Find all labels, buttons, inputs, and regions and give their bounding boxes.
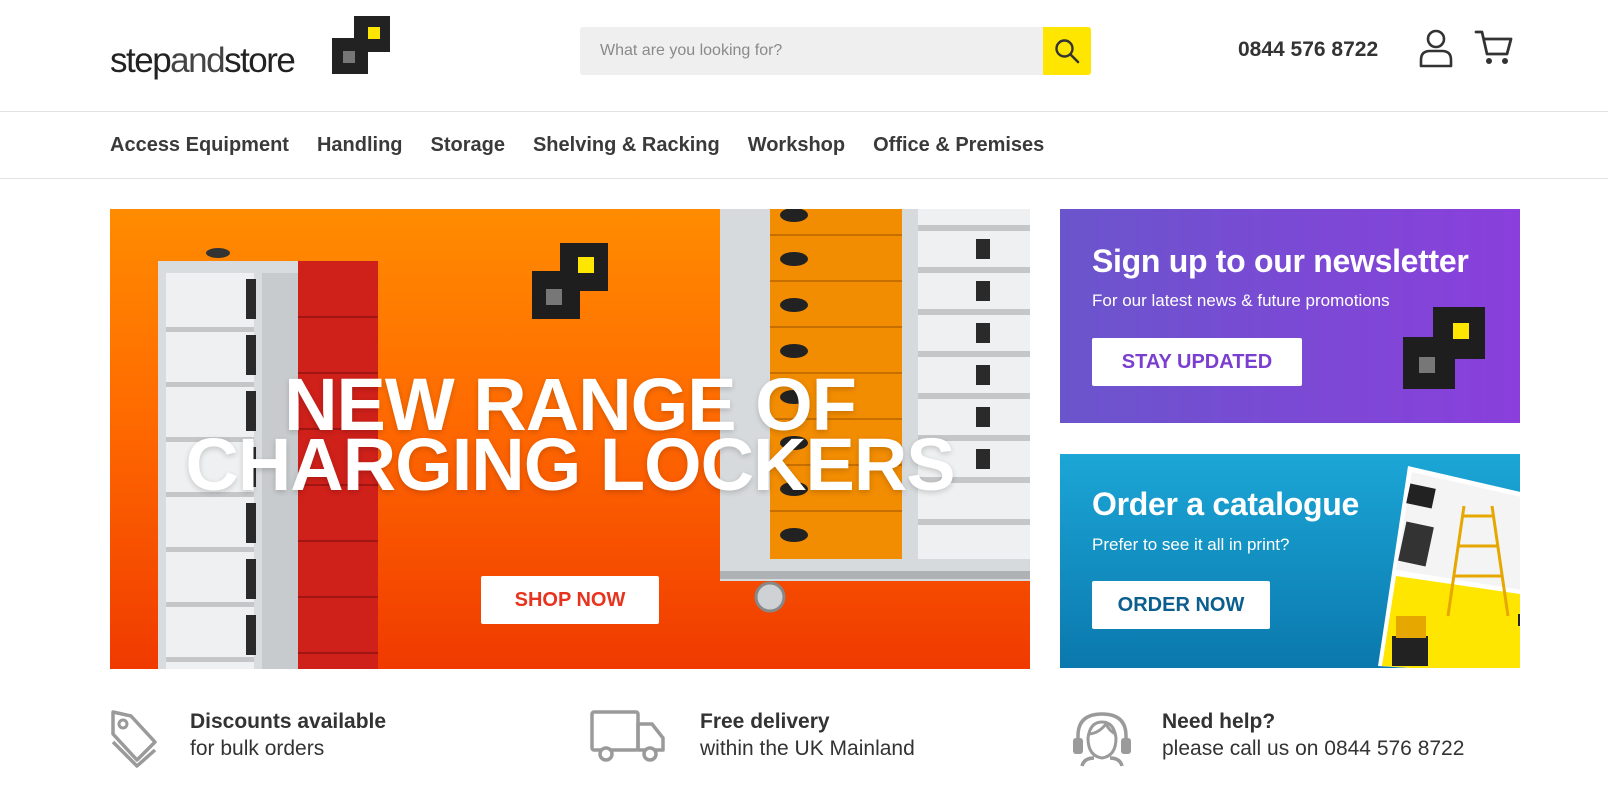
newsletter-title: Sign up to our newsletter <box>1092 243 1469 279</box>
header-phone-number[interactable]: 0844 576 8722 <box>1238 38 1378 62</box>
usp-need-help: Need help? please call us on 0844 576 87… <box>1070 708 1464 768</box>
logo-mark-icon <box>332 16 390 74</box>
usp-delivery-text: Free delivery within the UK Mainland <box>700 708 915 762</box>
delivery-truck-icon <box>590 710 665 762</box>
usp-help-title: Need help? <box>1162 710 1276 733</box>
search-icon <box>1055 39 1080 64</box>
usp-free-delivery: Free delivery within the UK Mainland <box>590 708 915 764</box>
main-navigation: Access Equipment Handling Storage Shelvi… <box>0 112 1608 179</box>
hero-banner[interactable]: NEW RANGE OF CHARGING LOCKERS SHOP NOW <box>110 209 1030 669</box>
usp-discounts-title: Discounts available <box>190 710 387 733</box>
nav-item-office-premises[interactable]: Office & Premises <box>873 134 1044 157</box>
brand-mark-icon <box>1403 307 1485 389</box>
usp-discounts-text: Discounts available for bulk orders <box>190 708 386 762</box>
catalogue-promo[interactable]: Order a catalogue Prefer to see it all i… <box>1060 454 1520 668</box>
nav-item-handling[interactable]: Handling <box>317 134 403 157</box>
usp-discounts-subtext: for bulk orders <box>190 737 325 760</box>
hero-title: NEW RANGE OF CHARGING LOCKERS <box>110 368 1030 506</box>
nav-menu: Access Equipment Handling Storage Shelvi… <box>110 134 1072 157</box>
order-now-button[interactable]: ORDER NOW <box>1092 581 1270 629</box>
search-bar <box>580 27 1091 75</box>
stay-updated-button[interactable]: STAY UPDATED <box>1092 338 1302 386</box>
search-input[interactable] <box>580 27 1043 75</box>
usp-discounts: Discounts available for bulk orders <box>110 708 386 768</box>
brand-mark-icon <box>532 243 608 319</box>
nav-item-workshop[interactable]: Workshop <box>748 134 845 157</box>
logo-word-store: store <box>224 41 296 80</box>
logo-word-step: step <box>110 41 172 80</box>
logo-wordmark: stepandstore <box>110 41 296 80</box>
site-header: stepandstore 0844 576 8722 <box>0 0 1608 112</box>
nav-item-storage[interactable]: Storage <box>431 134 505 157</box>
usp-help-subtext[interactable]: please call us on 0844 576 8722 <box>1162 735 1464 762</box>
newsletter-promo[interactable]: Sign up to our newsletter For our latest… <box>1060 209 1520 423</box>
shop-now-button[interactable]: SHOP NOW <box>481 576 659 624</box>
usp-delivery-subtext: within the UK Mainland <box>700 737 915 760</box>
nav-item-access-equipment[interactable]: Access Equipment <box>110 134 289 157</box>
catalogue-subtitle: Prefer to see it all in print? <box>1092 535 1290 554</box>
nav-item-shelving-racking[interactable]: Shelving & Racking <box>533 134 720 157</box>
site-logo[interactable]: stepandstore <box>110 16 390 80</box>
search-button[interactable] <box>1043 27 1091 75</box>
account-icon[interactable] <box>1418 28 1454 68</box>
cart-icon[interactable] <box>1474 28 1514 68</box>
logo-word-and: and <box>170 41 225 80</box>
newsletter-subtitle: For our latest news & future promotions <box>1092 291 1390 310</box>
hero-title-line-2: CHARGING LOCKERS <box>185 423 955 506</box>
catalogue-title: Order a catalogue <box>1092 486 1359 522</box>
support-headset-icon <box>1073 712 1131 767</box>
usp-delivery-title: Free delivery <box>700 710 830 733</box>
usp-help-text: Need help? please call us on 0844 576 87… <box>1162 708 1464 762</box>
price-tag-icon <box>111 710 157 768</box>
catalogue-cover-image <box>1378 466 1520 668</box>
